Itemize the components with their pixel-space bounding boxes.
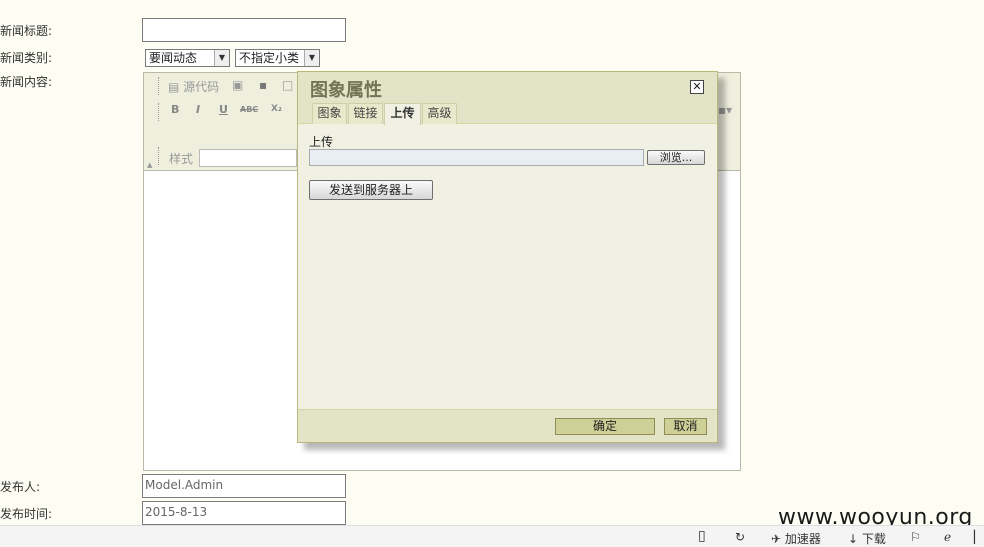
close-icon[interactable]: ✕ xyxy=(690,80,704,94)
accelerator-button[interactable]: ✈ 加速器 xyxy=(771,530,821,547)
chevron-down-icon: ▼ xyxy=(214,50,229,66)
strike-button[interactable]: ABC xyxy=(240,105,258,114)
news-subcategory-value: 不指定小类 xyxy=(239,51,300,65)
ie-icon[interactable]: ℯ xyxy=(944,530,951,544)
paste-icon[interactable]: ▣ xyxy=(232,78,243,92)
browse-button[interactable]: 浏览... xyxy=(647,150,705,165)
tab-link[interactable]: 链接 xyxy=(348,103,383,124)
collapse-toolbar-icon[interactable]: ▲ xyxy=(147,161,152,169)
italic-button[interactable]: I xyxy=(196,103,200,116)
news-subcategory-select[interactable]: 不指定小类 ▼ xyxy=(235,49,320,67)
toolbar-grip xyxy=(158,103,161,121)
pin-icon: ✈ xyxy=(771,532,782,546)
subscript-button[interactable]: X₂ xyxy=(271,104,282,114)
news-title-label: 新闻标题: xyxy=(0,24,53,38)
save-icon[interactable]: ▪ xyxy=(259,78,267,92)
refresh-icon[interactable]: ↻ xyxy=(735,530,745,544)
source-label: 源代码 xyxy=(183,80,220,94)
style-label: 样式 xyxy=(169,152,194,166)
tab-image[interactable]: 图象 xyxy=(312,103,347,124)
dialog-titlebar[interactable]: 图象属性 ✕ 图象 链接 上传 高级 xyxy=(298,72,717,125)
news-category-label: 新闻类别: xyxy=(0,51,53,65)
download-button[interactable]: ↓ 下载 xyxy=(848,530,886,547)
toolbar-grip xyxy=(158,77,161,95)
upload-file-input[interactable] xyxy=(309,149,644,166)
download-arrow-icon: ↓ xyxy=(848,532,859,546)
cancel-button[interactable]: 取消 xyxy=(664,418,707,435)
new-page-icon[interactable]: □ xyxy=(282,78,293,92)
phone-icon[interactable]: ▯ xyxy=(698,528,706,544)
chevron-down-icon: ▼ xyxy=(304,50,319,66)
news-category-value: 要闻动态 xyxy=(149,51,198,65)
dialog-footer: 确定 取消 xyxy=(298,409,717,442)
publish-time-label: 发布时间: xyxy=(0,507,53,521)
upload-label: 上传 xyxy=(309,135,334,149)
tab-advanced[interactable]: 高级 xyxy=(422,103,457,124)
source-icon: ▤ xyxy=(168,80,180,94)
style-select[interactable]: ▼ xyxy=(199,149,308,167)
flag-icon[interactable]: ⚐ xyxy=(910,530,921,544)
tab-upload[interactable]: 上传 xyxy=(384,103,421,125)
publish-time-input[interactable]: 2015-8-13 xyxy=(142,501,346,525)
news-title-input[interactable] xyxy=(142,18,346,42)
accelerator-label: 加速器 xyxy=(784,532,821,546)
dialog-title: 图象属性 xyxy=(310,80,382,101)
close-icon[interactable]: ▏ xyxy=(974,530,983,544)
ok-button[interactable]: 确定 xyxy=(555,418,655,435)
bold-button[interactable]: B xyxy=(171,103,179,116)
news-content-label: 新闻内容: xyxy=(0,75,53,89)
toolbar-grip xyxy=(158,147,161,165)
image-properties-dialog: 图象属性 ✕ 图象 链接 上传 高级 上传 浏览... 发送到服务器上 确定 取… xyxy=(297,71,718,443)
underline-button[interactable]: U xyxy=(219,103,228,116)
browser-statusbar: ▯ ↻ ✈ 加速器 ↓ 下载 ⚐ ℯ ▏ xyxy=(0,525,984,547)
publisher-label: 发布人: xyxy=(0,480,41,494)
news-category-select[interactable]: 要闻动态 ▼ xyxy=(145,49,230,67)
source-button[interactable]: ▤ 源代码 xyxy=(168,78,219,95)
download-label: 下载 xyxy=(861,532,886,546)
send-to-server-button[interactable]: 发送到服务器上 xyxy=(309,180,433,200)
publisher-input[interactable]: Model.Admin xyxy=(142,474,346,498)
